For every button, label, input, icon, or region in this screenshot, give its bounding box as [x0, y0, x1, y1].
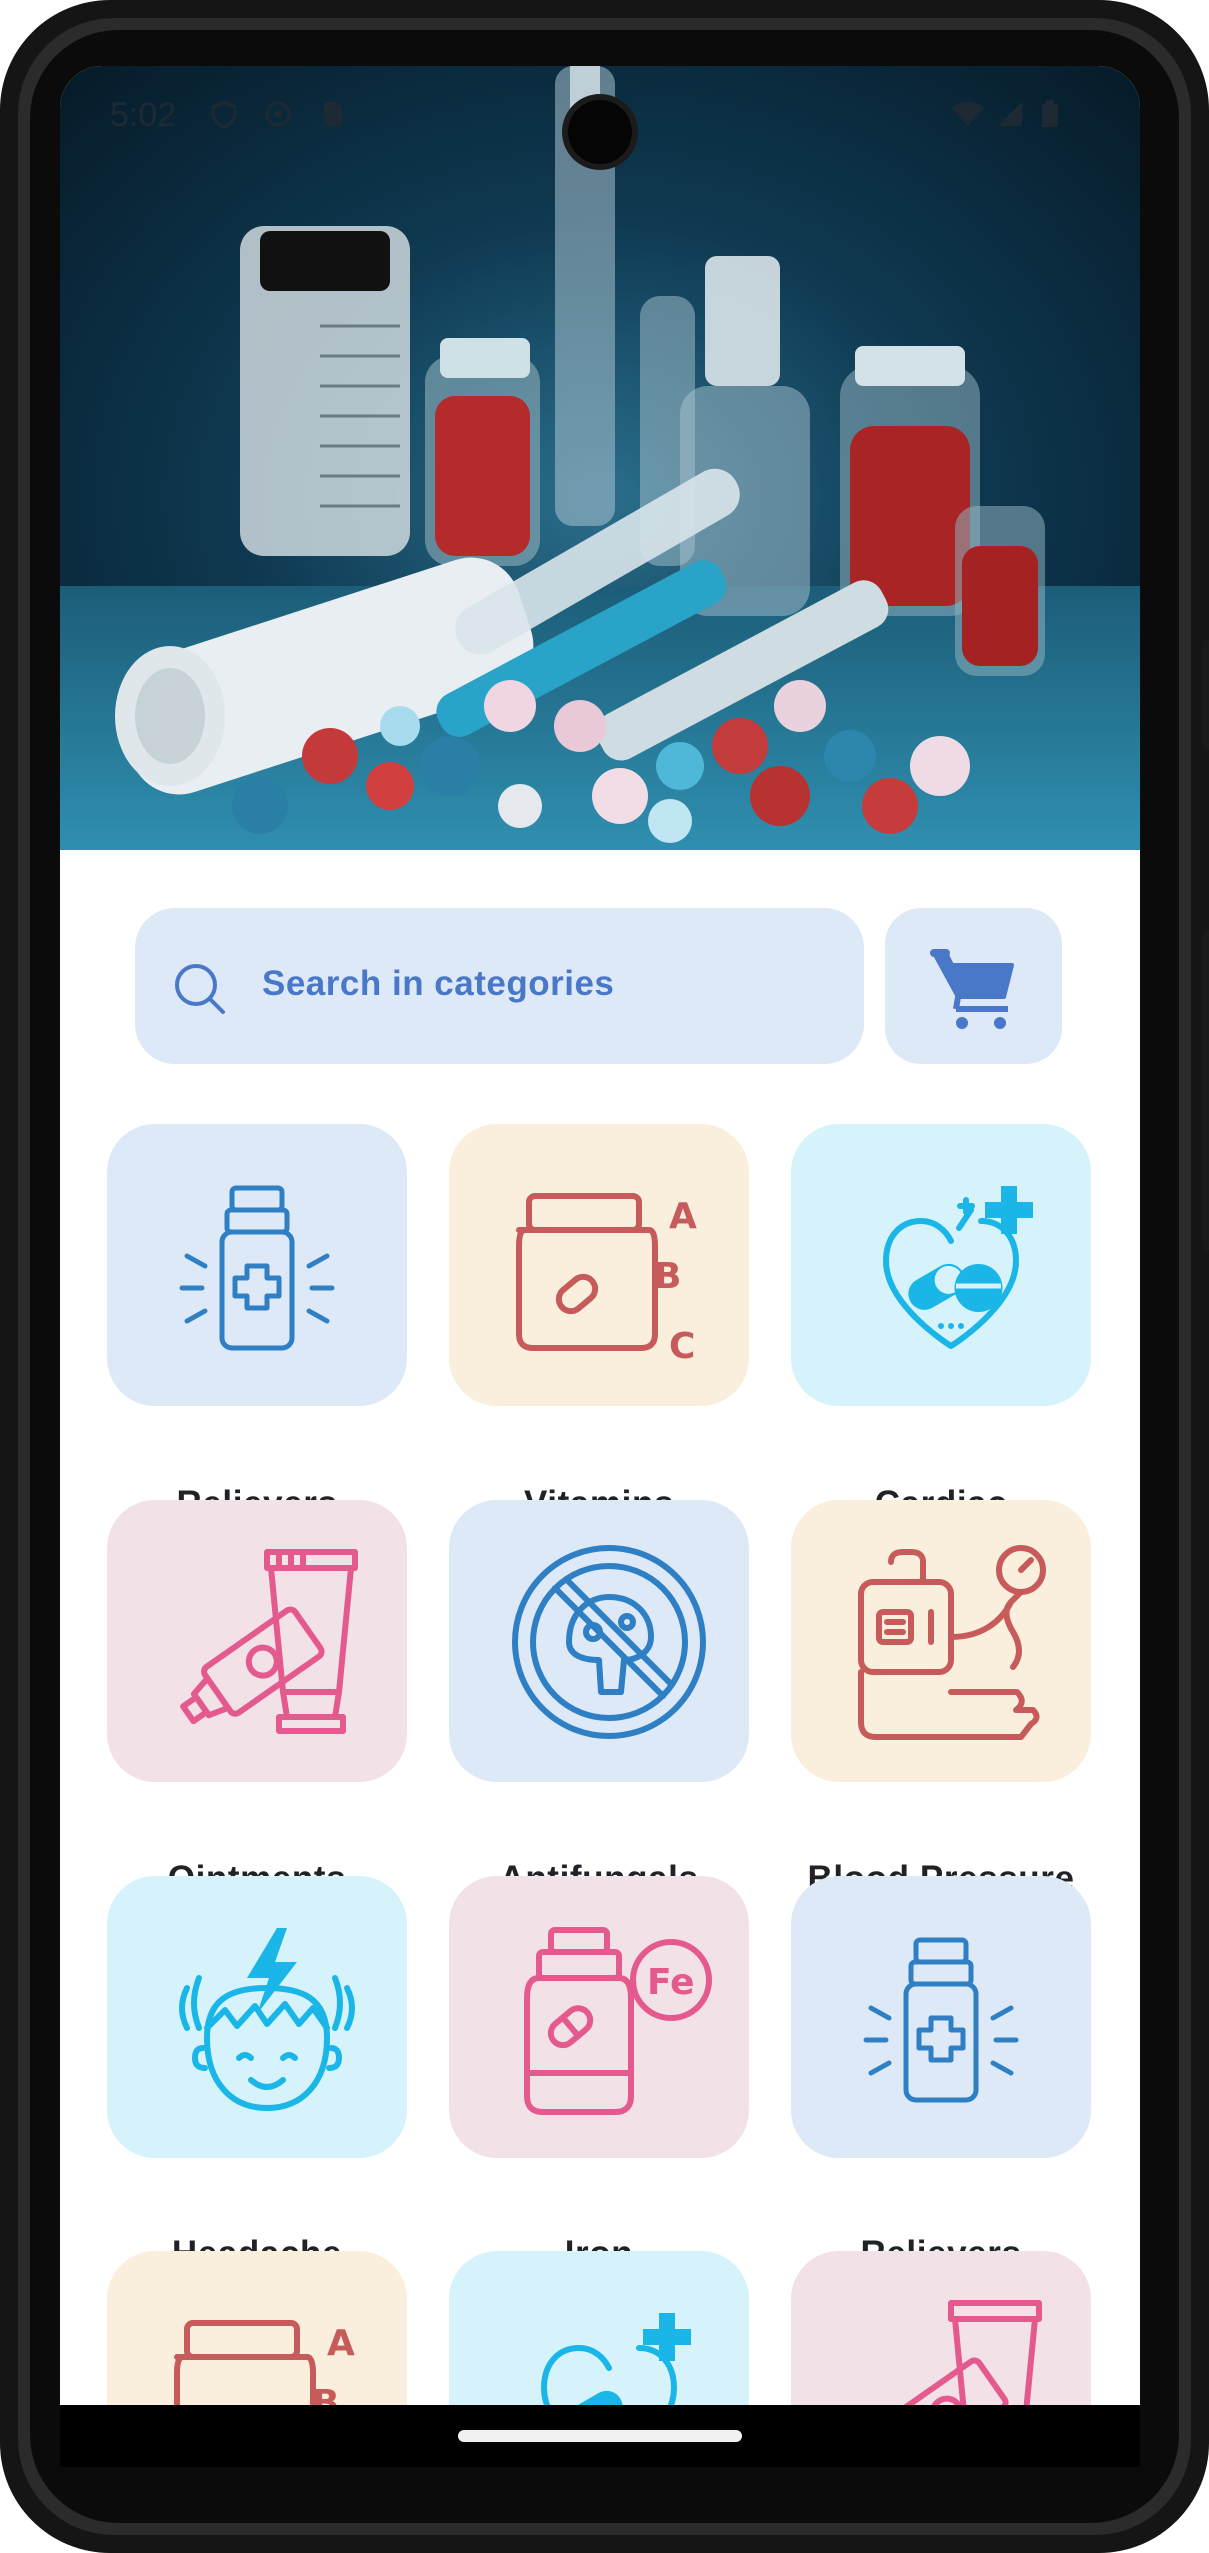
category-card-iron[interactable]: Fe — [449, 1876, 749, 2158]
signal-icon — [998, 102, 1022, 126]
front-camera — [568, 100, 632, 164]
svg-text:A: A — [669, 1196, 697, 1237]
search-input[interactable]: Search in categories — [135, 908, 864, 1064]
volume-button — [1203, 640, 1209, 750]
search-icon — [175, 964, 225, 1014]
svg-text:B: B — [654, 1256, 681, 1297]
no-fungus-icon — [512, 1545, 706, 1739]
vitamin-jar-icon: ABC — [516, 1193, 697, 1366]
app-screen: 5:02 Search in categories A B C Fe A B — [60, 66, 1140, 2466]
shield-icon — [211, 100, 237, 128]
blood-pressure-icon — [858, 1545, 1046, 1740]
iron-supplement-icon: Fe — [524, 1927, 712, 2115]
cart-icon — [930, 949, 1014, 1029]
svg-text:Fe: Fe — [647, 1962, 695, 2003]
search-placeholder: Search in categories — [262, 964, 615, 1003]
status-time: 5:02 — [110, 96, 177, 134]
category-card-antifungals[interactable] — [449, 1500, 749, 1782]
medicine-bottles-illustration — [115, 66, 1045, 843]
heart-pill-icon — [883, 1186, 1033, 1349]
battery-icon — [1042, 100, 1058, 127]
svg-text:C: C — [669, 1326, 695, 1366]
home-indicator[interactable] — [458, 2430, 742, 2442]
category-card-headache[interactable] — [107, 1876, 407, 2158]
wifi-icon — [952, 102, 984, 126]
pill-bottle-icon — [179, 1185, 335, 1351]
category-card-cardiac[interactable] — [791, 1124, 1091, 1406]
pill-bottle-icon — [863, 1937, 1019, 2103]
category-card-vitamins[interactable]: ABC — [449, 1124, 749, 1406]
category-card-ointments[interactable] — [107, 1500, 407, 1782]
headache-icon — [179, 1928, 355, 2111]
cart-button[interactable] — [885, 908, 1062, 1064]
category-card-relievers-2[interactable] — [791, 1876, 1091, 2158]
data-saver-icon — [265, 101, 291, 127]
hero-banner-image: 5:02 — [60, 66, 1140, 850]
sim-card-icon — [324, 102, 342, 126]
category-card-blood-pressure[interactable] — [791, 1500, 1091, 1782]
svg-text:A: A — [327, 2323, 355, 2364]
ointment-tube-icon — [180, 1549, 358, 1734]
category-card-relievers[interactable] — [107, 1124, 407, 1406]
device: 5:02 Search in categories A B C Fe A B — [0, 0, 1209, 2553]
power-button — [1203, 930, 1209, 1250]
